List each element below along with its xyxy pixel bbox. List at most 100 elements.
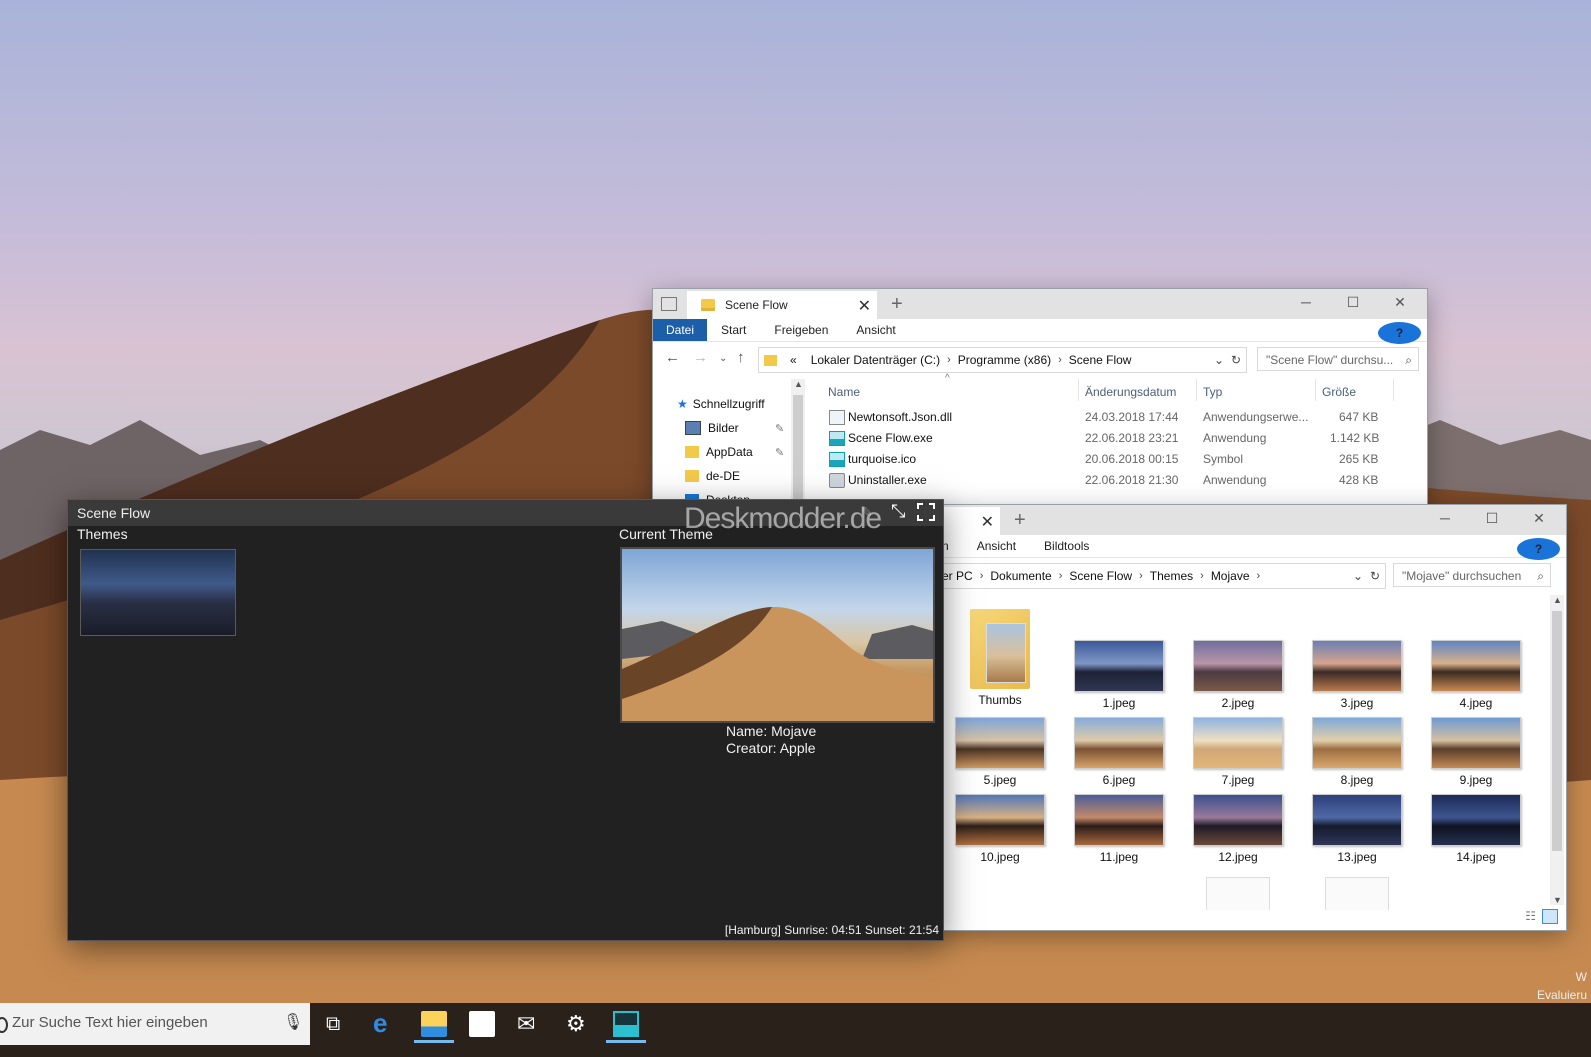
image-item[interactable]: 11.jpeg	[1059, 794, 1179, 864]
file-row[interactable]: Uninstaller.exe 22.06.2018 21:30 Anwendu…	[825, 470, 1395, 490]
recent-dropdown-icon[interactable]: ⌄	[719, 353, 727, 364]
scroll-down-icon[interactable]: ▼	[1553, 895, 1562, 905]
scene-flow-icon[interactable]	[613, 1011, 639, 1037]
tab-scene-flow[interactable]: Scene Flow ✕	[687, 291, 877, 319]
column-header-size[interactable]: Größe	[1322, 385, 1356, 399]
blank-file-icon[interactable]	[1325, 877, 1389, 910]
ribbon-tab-freigeben[interactable]: Freigeben	[760, 319, 842, 341]
sidebar-item-schnellzugriff[interactable]: ★ Schnellzugriff	[677, 393, 765, 415]
image-item[interactable]: 14.jpeg	[1416, 794, 1536, 864]
theme-thumbnail-mojave[interactable]	[80, 549, 236, 636]
collapse-icon[interactable]: ⤡	[891, 501, 905, 522]
folder-item-thumbs[interactable]: Thumbs	[940, 609, 1060, 707]
ribbon-tab-start[interactable]: Start	[707, 319, 760, 341]
mail-icon[interactable]: ✉	[517, 1011, 543, 1037]
file-explorer-icon[interactable]	[421, 1011, 447, 1037]
tab-close-icon[interactable]: ✕	[858, 296, 871, 316]
column-header-name[interactable]: Name	[828, 385, 860, 399]
address-dropdown-icon[interactable]: ⌄	[1214, 353, 1224, 367]
sidebar-item-label: Schnellzugriff	[692, 397, 765, 411]
item-label: 7.jpeg	[1221, 773, 1255, 787]
breadcrumb-mojave[interactable]: Mojave	[1204, 569, 1257, 583]
image-item[interactable]: 9.jpeg	[1416, 717, 1536, 787]
column-header-date[interactable]: Änderungsdatum	[1085, 385, 1176, 399]
breadcrumb-programme[interactable]: Programme (x86)	[951, 353, 1058, 367]
scroll-thumb[interactable]	[1552, 611, 1562, 851]
close-button[interactable]: ✕	[1516, 510, 1562, 532]
file-row[interactable]: turquoise.ico 20.06.2018 00:15 Symbol 26…	[825, 449, 1395, 469]
ribbon-tab-ansicht[interactable]: Ansicht	[949, 535, 1030, 557]
sidebar-item-appdata[interactable]: AppData	[685, 441, 753, 463]
sidebar-item-de-de[interactable]: de-DE	[685, 465, 740, 487]
address-bar[interactable]: « Lokaler Datenträger (C:) › Programme (…	[758, 347, 1247, 373]
tab-close-icon[interactable]: ✕	[981, 512, 994, 532]
minimize-button[interactable]: ─	[1422, 510, 1468, 532]
new-tab-icon[interactable]: +	[891, 293, 903, 316]
large-icons-view-icon[interactable]	[1542, 909, 1558, 924]
refresh-icon[interactable]: ↻	[1231, 353, 1241, 367]
file-row[interactable]: Newtonsoft.Json.dll 24.03.2018 17:44 Anw…	[825, 407, 1395, 427]
image-item[interactable]: 3.jpeg	[1297, 640, 1417, 710]
new-tab-icon[interactable]: +	[1014, 509, 1026, 532]
search-input[interactable]: "Mojave" durchsuchen ⌕	[1393, 563, 1551, 587]
breadcrumb-scene-flow[interactable]: Scene Flow	[1062, 353, 1139, 367]
search-input[interactable]: "Scene Flow" durchsu... ⌕	[1257, 347, 1419, 371]
image-item[interactable]: 10.jpeg	[940, 794, 1060, 864]
breadcrumb-themes[interactable]: Themes	[1143, 569, 1200, 583]
chevron-right-icon[interactable]: ›	[1257, 570, 1261, 582]
ribbon-tab-ansicht[interactable]: Ansicht	[842, 319, 909, 341]
taskbar-search-input[interactable]: Zur Suche Text hier eingeben 🎙	[0, 1003, 310, 1045]
vertical-scrollbar[interactable]: ▲ ▼	[1550, 595, 1564, 905]
image-item[interactable]: 8.jpeg	[1297, 717, 1417, 787]
image-item[interactable]: 4.jpeg	[1416, 640, 1536, 710]
fullscreen-icon[interactable]	[917, 503, 935, 521]
microphone-icon[interactable]: 🎙	[283, 1003, 303, 1043]
address-bar[interactable]: er PC › Dokumente › Scene Flow › Themes …	[930, 563, 1386, 589]
blank-file-icon[interactable]	[1206, 877, 1270, 910]
sidebar-scrollbar[interactable]: ▲	[791, 379, 805, 519]
dll-file-icon	[829, 410, 845, 425]
ribbon-tab-bildtools[interactable]: Bildtools	[1030, 535, 1103, 557]
scroll-thumb[interactable]	[793, 395, 803, 505]
maximize-button[interactable]: ☐	[1330, 294, 1376, 316]
forward-icon[interactable]: →	[693, 349, 708, 366]
help-icon[interactable]: ?	[1378, 322, 1421, 344]
breadcrumb-dokumente[interactable]: Dokumente	[983, 569, 1058, 583]
file-row[interactable]: Scene Flow.exe 22.06.2018 23:21 Anwendun…	[825, 428, 1395, 448]
column-divider[interactable]	[1393, 379, 1394, 401]
maximize-button[interactable]: ☐	[1469, 510, 1515, 532]
ribbon-tabs: Datei Start Freigeben Ansicht ⌄ ?	[653, 319, 1427, 344]
tab-overview-icon[interactable]	[661, 297, 677, 311]
explorer-window-mojave: ✕ + ─ ☐ ✕ n Ansicht Bildtools ⌄ ? er PC …	[930, 505, 1566, 930]
back-icon[interactable]: ←	[665, 349, 680, 366]
minimize-button[interactable]: ─	[1283, 294, 1329, 316]
image-item[interactable]: 5.jpeg	[940, 717, 1060, 787]
help-icon[interactable]: ?	[1517, 538, 1560, 560]
up-icon[interactable]: ↑	[737, 349, 745, 366]
breadcrumb-drive[interactable]: Lokaler Datenträger (C:)	[804, 353, 947, 367]
column-divider[interactable]	[1315, 379, 1316, 401]
refresh-icon[interactable]: ↻	[1370, 569, 1380, 583]
task-view-icon[interactable]: ⧉	[326, 1011, 352, 1037]
settings-icon[interactable]: ⚙	[566, 1011, 592, 1037]
column-divider[interactable]	[1078, 379, 1079, 401]
image-item[interactable]: 7.jpeg	[1178, 717, 1298, 787]
scroll-up-icon[interactable]: ▲	[1553, 595, 1562, 605]
breadcrumb-scene-flow[interactable]: Scene Flow	[1062, 569, 1139, 583]
image-item[interactable]: 1.jpeg	[1059, 640, 1179, 710]
address-dropdown-icon[interactable]: ⌄	[1353, 569, 1363, 583]
details-view-icon[interactable]: ☷	[1525, 909, 1536, 923]
close-button[interactable]: ✕	[1377, 294, 1423, 316]
image-item[interactable]: 13.jpeg	[1297, 794, 1417, 864]
image-item[interactable]: 6.jpeg	[1059, 717, 1179, 787]
ribbon-tab-datei[interactable]: Datei	[653, 319, 708, 341]
image-item[interactable]: 2.jpeg	[1178, 640, 1298, 710]
store-icon[interactable]	[469, 1011, 495, 1037]
scroll-up-icon[interactable]: ▲	[794, 379, 803, 389]
column-header-type[interactable]: Typ	[1203, 385, 1222, 399]
sidebar-item-bilder[interactable]: Bilder	[685, 417, 739, 439]
edge-icon[interactable]: e	[373, 1010, 399, 1037]
breadcrumb-overflow[interactable]: «	[783, 353, 804, 367]
image-item[interactable]: 12.jpeg	[1178, 794, 1298, 864]
column-divider[interactable]	[1196, 379, 1197, 401]
